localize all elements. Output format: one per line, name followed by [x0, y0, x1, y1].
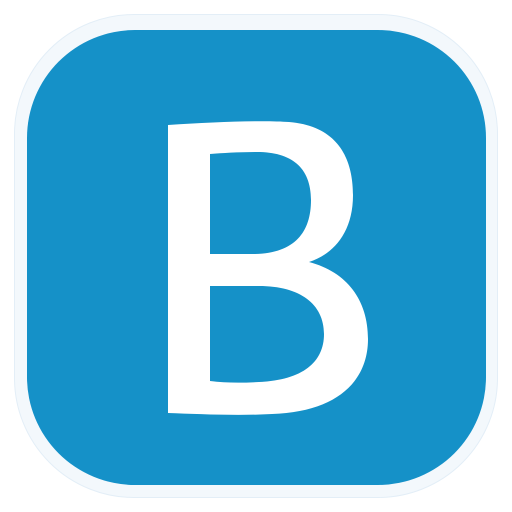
letter-b-icon — [168, 121, 368, 415]
icon-canvas: B — [0, 0, 512, 512]
app-icon-tile[interactable]: B — [27, 30, 486, 485]
